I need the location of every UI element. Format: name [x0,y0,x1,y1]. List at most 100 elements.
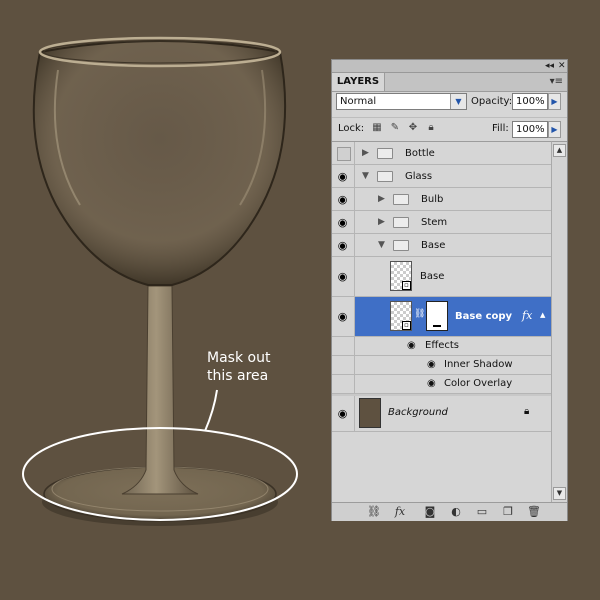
layer-name: Glass [405,171,433,182]
glass-stem [121,285,199,495]
lock-transparency-icon[interactable]: ▦ [371,122,383,134]
eye-icon[interactable]: ◉ [336,407,349,420]
panel-title-bar: ◂◂ ✕ [332,60,567,73]
layers-panel: ◂◂ ✕ LAYERS ▾≡ Normal ▼ Opacity: 100% ▶ … [331,59,568,521]
annotation-line-1: Mask out [207,350,271,366]
folder-icon [393,217,409,228]
panel-tab-row: LAYERS ▾≡ [332,73,567,92]
fill-label: Fill: [492,123,509,134]
fx-icon[interactable]: fx [522,309,532,322]
layer-row-base[interactable]: ◉ ▫ Base [332,257,551,297]
indent-cell [332,337,355,355]
effect-name: Inner Shadow [444,359,513,370]
expand-arrow-icon[interactable]: ▶ [378,217,385,227]
tab-layers[interactable]: LAYERS [332,73,385,91]
mask-link-icon[interactable]: ⛓ [414,309,425,319]
eye-icon[interactable]: ◉ [336,193,349,206]
lock-all-icon[interactable]: 🔒︎ [425,122,437,134]
fill-input[interactable]: 100% [512,121,548,138]
eye-icon[interactable]: ◉ [336,170,349,183]
annotation-pointer [204,389,218,432]
collapse-arrow-icon[interactable]: ▼ [362,171,369,181]
opacity-label: Opacity: [471,96,513,107]
scroll-up-icon[interactable]: ▲ [553,144,566,157]
eye-icon[interactable]: ◉ [336,216,349,229]
layers-scrollbar[interactable]: ▲ ▼ [551,141,567,502]
mask-icon[interactable]: ◙ [422,505,438,519]
indent-cell [332,356,355,374]
glass-bowl [32,40,287,286]
effects-row[interactable]: ◉ Effects [332,337,551,356]
panel-menu-icon[interactable]: ▾≡ [550,76,563,87]
lock-position-icon[interactable]: ✥ [407,122,419,134]
smart-object-icon: ▫ [402,321,411,330]
blend-opacity-row: Normal ▼ Opacity: 100% ▶ [332,91,567,113]
blend-mode-select[interactable]: Normal ▼ [336,93,467,110]
layer-mask-thumbnail[interactable] [426,301,448,331]
close-icon[interactable]: ✕ [558,60,566,72]
blend-mode-value: Normal [340,96,377,107]
eye-icon[interactable]: ◉ [336,310,349,323]
folder-icon [377,148,393,159]
layer-row-base-copy[interactable]: ◉ ▫ ⛓ Base copy fx ▲ [332,297,551,337]
opacity-slider-arrow-icon[interactable]: ▶ [548,93,561,110]
eye-icon[interactable]: ◉ [427,359,436,370]
visibility-toggle[interactable]: ◉ [332,165,355,187]
layer-row-stem[interactable]: ◉ ▶ Stem [332,211,551,234]
lock-fill-row: Lock: ▦ ✎ ✥ 🔒︎ Fill: 100% ▶ [332,117,567,140]
lock-label: Lock: [338,123,365,134]
annotation-text: Mask out this area [207,349,270,385]
eye-icon[interactable]: ◉ [407,340,416,351]
eye-icon[interactable]: ◉ [427,378,436,389]
collapse-icon[interactable]: ◂◂ [545,60,554,72]
expand-arrow-icon[interactable]: ▶ [378,194,385,204]
fill-slider-arrow-icon[interactable]: ▶ [548,121,561,138]
layer-row-base-group[interactable]: ◉ ▼ Base [332,234,551,257]
layer-thumbnail[interactable]: ▫ [390,301,412,331]
layer-thumbnail[interactable] [359,398,381,428]
fx-icon[interactable]: fx [392,505,408,519]
lock-pixels-icon[interactable]: ✎ [389,122,401,134]
folder-icon [377,171,393,182]
layer-name: Bottle [405,148,435,159]
visibility-empty-icon[interactable] [337,147,351,161]
visibility-toggle[interactable]: ◉ [332,234,355,256]
effect-row-inner-shadow[interactable]: ◉ Inner Shadow [332,356,551,375]
trash-icon[interactable]: 🗑︎ [526,505,542,519]
eye-icon[interactable]: ◉ [336,270,349,283]
indent-cell [332,375,355,393]
collapse-arrow-icon[interactable]: ▼ [378,240,385,250]
annotation-line-2: this area [207,368,269,384]
chevron-down-icon[interactable]: ▼ [450,94,466,109]
layer-row-background[interactable]: ◉ Background 🔒︎ [332,396,551,432]
layers-list: ▶ Bottle ◉ ▼ Glass ◉ ▶ Bulb ◉ ▶ Stem ◉ ▼ [332,141,551,503]
folder-icon [393,240,409,251]
visibility-toggle[interactable]: ◉ [332,396,355,431]
layer-name: Background [388,407,448,418]
layer-row-bottle[interactable]: ▶ Bottle [332,142,551,165]
layer-row-glass[interactable]: ◉ ▼ Glass [332,165,551,188]
layer-row-bulb[interactable]: ◉ ▶ Bulb [332,188,551,211]
opacity-input[interactable]: 100% [512,93,548,110]
effects-label: Effects [425,340,459,351]
layer-name: Base [420,271,445,282]
fx-expand-arrow-icon[interactable]: ▲ [540,311,545,319]
folder-icon [393,194,409,205]
scroll-down-icon[interactable]: ▼ [553,487,566,500]
adjustment-icon[interactable]: ◐ [448,505,464,519]
layer-name: Bulb [421,194,444,205]
visibility-toggle[interactable]: ◉ [332,257,355,296]
folder-icon[interactable]: ▭ [474,505,490,519]
layer-name: Stem [421,217,448,228]
visibility-toggle[interactable]: ◉ [332,211,355,233]
new-layer-icon[interactable]: ❐ [500,505,516,519]
link-icon[interactable]: ⛓ [366,505,382,519]
visibility-toggle[interactable]: ◉ [332,188,355,210]
visibility-toggle[interactable] [332,142,355,164]
layer-thumbnail[interactable]: ▫ [390,261,412,291]
mask-shape [433,325,441,327]
effect-row-color-overlay[interactable]: ◉ Color Overlay [332,375,551,394]
expand-arrow-icon[interactable]: ▶ [362,148,369,158]
eye-icon[interactable]: ◉ [336,239,349,252]
visibility-toggle[interactable]: ◉ [332,297,355,336]
